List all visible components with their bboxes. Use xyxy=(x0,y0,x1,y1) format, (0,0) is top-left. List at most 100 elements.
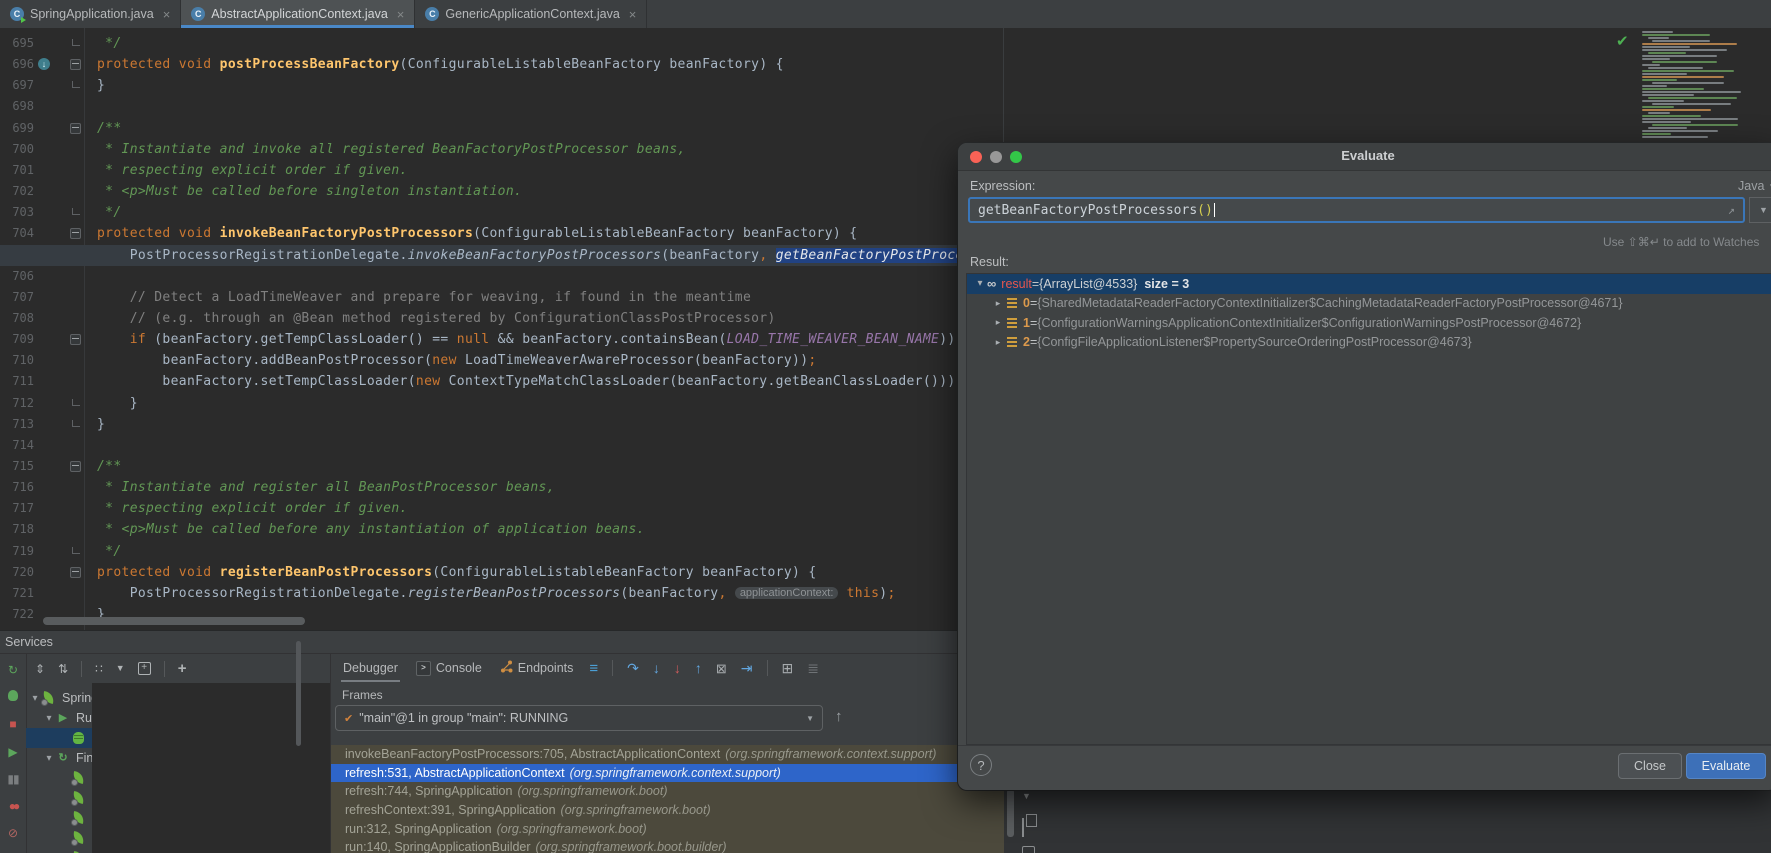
help-button[interactable]: ? xyxy=(970,754,992,776)
pause-icon[interactable]: ▮▮ xyxy=(0,770,26,788)
fold-marker-icon[interactable] xyxy=(70,461,81,472)
close-button[interactable]: Close xyxy=(1618,753,1682,779)
chevron-down-icon[interactable]: ▾ xyxy=(973,278,987,289)
minimap-line xyxy=(1642,31,1673,33)
fold-marker-icon[interactable] xyxy=(70,334,81,345)
editor-tab[interactable]: CGenericApplicationContext.java× xyxy=(415,0,647,28)
expand-all-icon[interactable]: ⇕ xyxy=(35,663,45,675)
chevron-down-icon[interactable]: ▾ xyxy=(42,713,56,724)
services-tree-label xyxy=(92,683,330,853)
step-into-icon[interactable]: ↓ xyxy=(653,661,660,675)
frame-location: refresh:744, SpringApplication xyxy=(345,784,512,798)
stack-frame-row[interactable]: invokeBeanFactoryPostProcessors:705, Abs… xyxy=(331,745,1005,764)
gutter-separator xyxy=(84,28,85,630)
collapse-icon[interactable]: ▼ xyxy=(1022,791,1031,801)
threads-view-icon[interactable]: ≡ xyxy=(589,661,598,676)
services-scrollbar[interactable] xyxy=(296,641,301,746)
editor-tab[interactable]: CAbstractApplicationContext.java× xyxy=(181,0,415,28)
step-out-icon[interactable]: ↑ xyxy=(695,661,702,675)
result-child-row[interactable]: ▸2 = {ConfigFileApplicationListener$Prop… xyxy=(967,333,1771,353)
overrides-method-icon[interactable]: ↓ xyxy=(38,58,50,70)
drop-frame-icon[interactable]: ⊠ xyxy=(716,662,727,675)
result-child-row[interactable]: ▸0 = {SharedMetadataReaderFactoryContext… xyxy=(967,294,1771,314)
expression-input[interactable]: getBeanFactoryPostProcessors() ↗ xyxy=(968,197,1745,223)
close-tab-icon[interactable]: × xyxy=(629,8,637,21)
minimap-line xyxy=(1648,67,1703,69)
fold-marker-icon[interactable] xyxy=(70,228,81,239)
frame-package: (org.springframework.boot) xyxy=(561,803,711,817)
fold-marker-icon[interactable] xyxy=(70,123,81,134)
code-line: PostProcessorRegistrationDelegate.regist… xyxy=(97,583,896,604)
expression-parens: () xyxy=(1197,203,1213,218)
chevron-down-icon[interactable]: ▾ xyxy=(42,753,56,764)
stop-icon[interactable]: ■ xyxy=(0,715,26,733)
services-tree-item[interactable] xyxy=(26,848,330,853)
code-line: */ xyxy=(97,541,122,562)
run-to-cursor-icon[interactable]: ⇥ xyxy=(741,661,753,675)
evaluate-button[interactable]: Evaluate xyxy=(1686,753,1766,779)
stack-frame-row[interactable]: run:312, SpringApplication(org.springfra… xyxy=(331,819,1005,838)
tab-console[interactable]: >Console xyxy=(414,655,484,682)
stack-frame-row[interactable]: refresh:744, SpringApplication(org.sprin… xyxy=(331,782,1005,801)
soft-wrap-icon[interactable] xyxy=(1022,845,1035,853)
fold-end-icon[interactable] xyxy=(72,81,80,88)
chevron-right-icon[interactable]: ▸ xyxy=(991,317,1005,328)
expression-history-dropdown[interactable]: ▼ xyxy=(1749,197,1771,223)
inspections-ok-icon[interactable]: ✔ xyxy=(1616,32,1629,50)
evaluate-expression-icon[interactable]: ⊞ xyxy=(782,661,794,675)
step-over-icon[interactable]: ↷ xyxy=(627,661,639,675)
force-step-into-icon[interactable]: ↓ xyxy=(674,661,681,675)
code-minimap[interactable] xyxy=(1642,31,1764,139)
language-selector[interactable]: Java ▼ xyxy=(1738,179,1771,193)
resume-icon[interactable]: ▶ xyxy=(0,743,26,761)
minimap-line xyxy=(1642,130,1718,132)
previous-frame-button[interactable]: ↑ xyxy=(835,708,843,725)
dialog-title-bar[interactable]: Evaluate xyxy=(958,143,1771,171)
fold-end-icon[interactable] xyxy=(72,39,80,46)
view-breakpoints-icon[interactable]: ●● xyxy=(0,797,26,815)
thread-selector[interactable]: ✔ "main"@1 in group "main": RUNNING ▼ xyxy=(335,705,823,731)
layout-settings-icon[interactable]: ≣ xyxy=(807,661,819,675)
group-by-icon[interactable]: ∷ xyxy=(95,663,103,675)
evaluation-result-icon: ∞ xyxy=(987,276,996,291)
tab-endpoints[interactable]: Endpoints xyxy=(498,654,576,682)
fold-marker-icon[interactable] xyxy=(70,567,81,578)
chevron-right-icon[interactable]: ▸ xyxy=(991,298,1005,309)
rerun-debug-icon[interactable] xyxy=(0,688,26,706)
minimap-line xyxy=(1642,79,1677,81)
fold-marker-icon[interactable] xyxy=(70,59,81,70)
spring-app-icon xyxy=(72,831,88,845)
result-child-row[interactable]: ▸1 = {ConfigurationWarningsApplicationCo… xyxy=(967,313,1771,333)
close-tab-icon[interactable]: × xyxy=(397,8,405,21)
chevron-down-icon[interactable]: ▾ xyxy=(28,693,42,704)
fold-end-icon[interactable] xyxy=(72,399,80,406)
stack-frame-row[interactable]: refresh:531, AbstractApplicationContext(… xyxy=(331,764,1005,783)
fold-end-icon[interactable] xyxy=(72,208,80,215)
frames-scrollbar[interactable] xyxy=(1007,789,1014,837)
mute-breakpoints-icon[interactable]: ⊘ xyxy=(0,824,26,842)
result-root-row[interactable]: ▾∞result = {ArrayList@4533}size = 3 xyxy=(967,274,1771,294)
tab-label: Debugger xyxy=(343,661,398,675)
editor-hscrollbar[interactable] xyxy=(43,617,305,625)
line-number: 701 xyxy=(2,160,34,181)
fold-end-icon[interactable] xyxy=(72,547,80,554)
frames-title: Frames xyxy=(342,688,383,702)
minimap-line xyxy=(1648,52,1686,54)
code-line: * Instantiate and invoke all registered … xyxy=(97,139,686,160)
stack-frame-row[interactable]: run:140, SpringApplicationBuilder(org.sp… xyxy=(331,838,1005,853)
add-icon[interactable]: + xyxy=(178,661,187,676)
fold-end-icon[interactable] xyxy=(72,420,80,427)
stack-frame-row[interactable]: refreshContext:391, SpringApplication(or… xyxy=(331,801,1005,820)
tab-debugger[interactable]: Debugger xyxy=(341,655,400,681)
code-line: * Instantiate and register all BeanPostP… xyxy=(97,477,555,498)
rerun-icon[interactable]: ↻ xyxy=(0,661,26,679)
editor-tab[interactable]: CSpringApplication.java× xyxy=(0,0,181,28)
add-service-frame-icon[interactable]: + xyxy=(138,662,151,675)
minimap-line xyxy=(1642,94,1694,96)
expand-editor-icon[interactable]: ↗ xyxy=(1728,203,1735,217)
filter-icon[interactable]: ▼ xyxy=(116,664,125,673)
collapse-all-icon[interactable]: ⇅ xyxy=(58,663,68,675)
close-tab-icon[interactable]: × xyxy=(163,8,171,21)
chevron-right-icon[interactable]: ▸ xyxy=(991,337,1005,348)
copy-icon[interactable] xyxy=(1022,819,1024,837)
